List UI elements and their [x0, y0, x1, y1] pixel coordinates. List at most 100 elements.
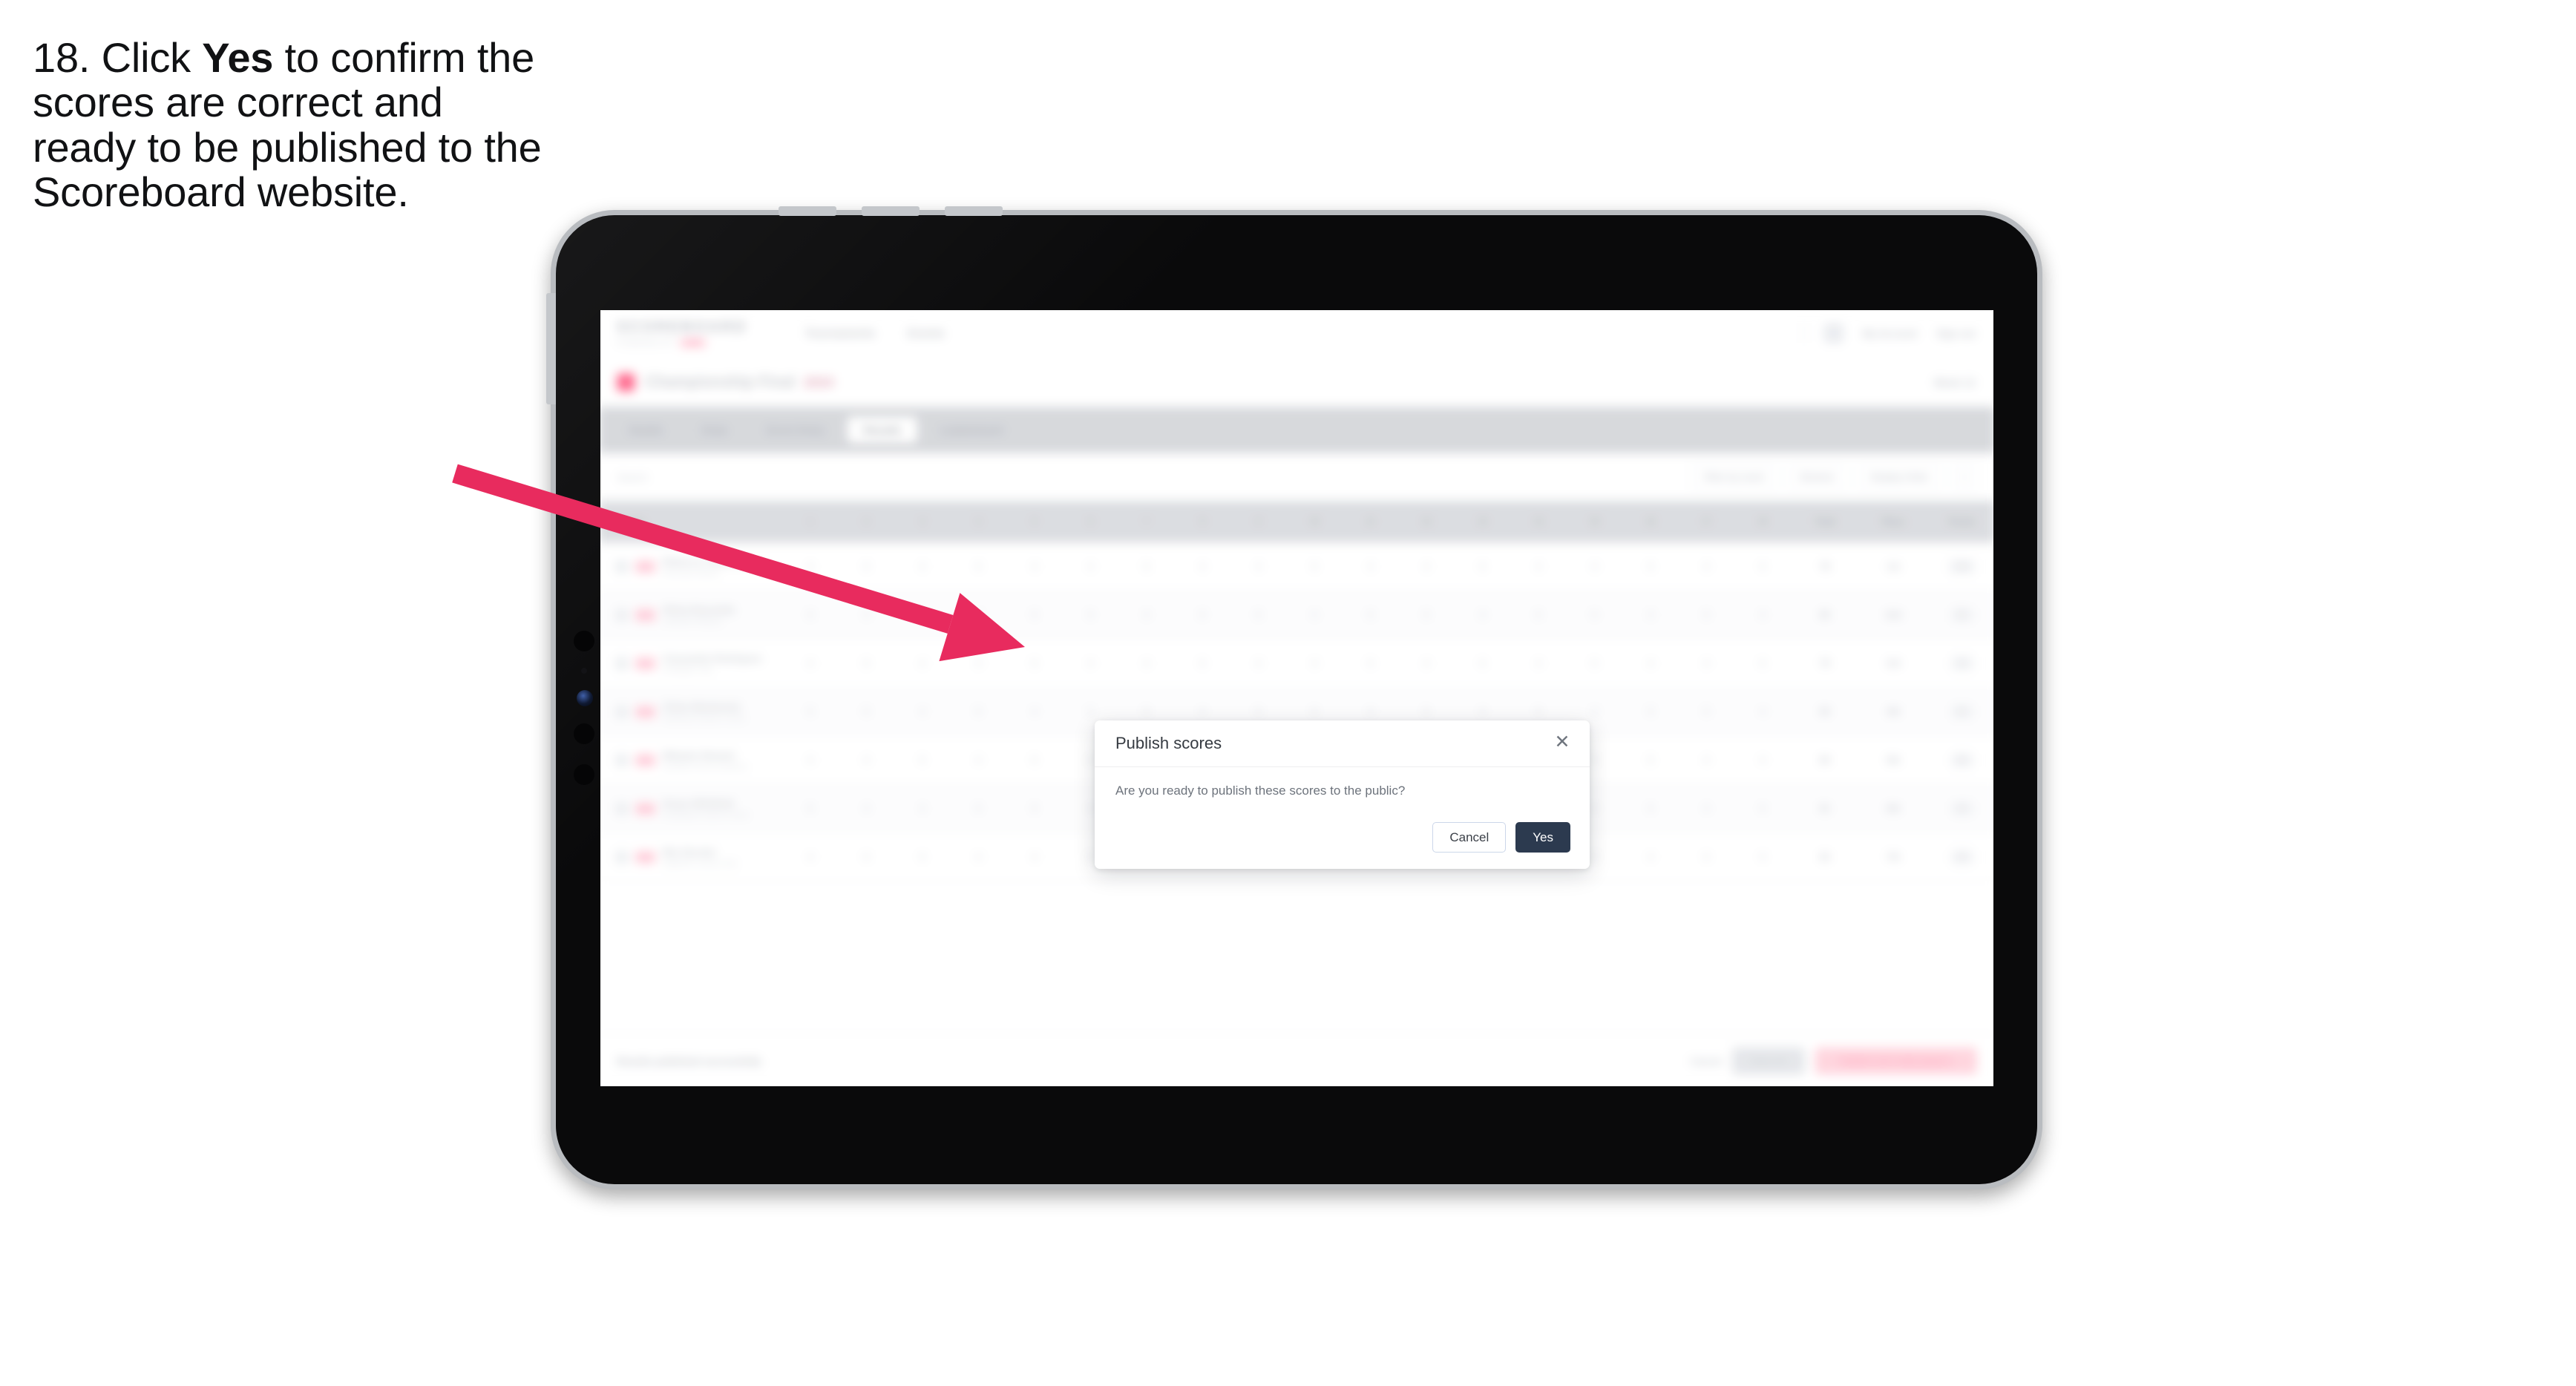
score-cell[interactable]: 4 [839, 610, 894, 620]
score-cell[interactable]: 5 [1679, 610, 1734, 620]
score-cell[interactable]: 5 [782, 610, 838, 620]
score-cell[interactable]: 4 [839, 804, 894, 814]
nav-item-tournaments[interactable]: Tournaments [805, 327, 875, 340]
score-cell[interactable]: 5 [1175, 610, 1230, 620]
score-cell[interactable]: 5 [1398, 706, 1454, 717]
score-cell[interactable]: 5 [839, 852, 894, 862]
score-cell[interactable]: 4 [1063, 658, 1118, 669]
score-cell[interactable]: 4 [894, 658, 950, 669]
score-cell[interactable]: 5 [782, 804, 838, 814]
score-cell[interactable]: 4 [1455, 706, 1510, 717]
row-checkbox[interactable] [615, 657, 629, 670]
score-cell[interactable]: 5 [1734, 804, 1790, 814]
close-icon[interactable]: ✕ [1550, 729, 1575, 755]
score-cell[interactable]: 4 [782, 658, 838, 669]
score-cell[interactable]: 5 [1622, 755, 1678, 765]
score-cell[interactable]: 4 [1734, 706, 1790, 717]
score-cell[interactable]: 4 [839, 755, 894, 765]
score-cell[interactable]: 5 [1622, 561, 1678, 571]
table-row[interactable]: Rebecca Thomson Riverside Athletic 4 5 4 5 4 4 5… [600, 542, 1993, 591]
score-cell[interactable]: 4 [1006, 852, 1062, 862]
filter-event-select[interactable]: Filter by event [1691, 464, 1777, 490]
score-cell[interactable]: 4 [1679, 561, 1734, 571]
tab-details[interactable]: Details [612, 416, 679, 443]
row-checkbox[interactable] [615, 608, 629, 622]
tab-results[interactable]: Results [847, 416, 918, 444]
score-cell[interactable]: 4 [1398, 658, 1454, 669]
score-cell[interactable]: 5 [1734, 852, 1790, 862]
score-cell[interactable]: 5 [951, 804, 1006, 814]
footer-publish-button[interactable]: Publish and notify players [1815, 1047, 1977, 1075]
tab-draw[interactable]: Draw [686, 416, 744, 443]
score-cell[interactable]: 4 [1343, 706, 1398, 717]
sign-out-label[interactable]: Sign out [1936, 328, 1975, 339]
score-cell[interactable]: 5 [1679, 852, 1734, 862]
score-cell[interactable]: 5 [1063, 610, 1118, 620]
score-cell[interactable]: 4 [951, 610, 1006, 620]
score-cell[interactable]: 5 [1455, 658, 1510, 669]
score-cell[interactable]: 5 [1006, 610, 1062, 620]
score-cell[interactable]: 4 [1286, 658, 1342, 669]
score-cell[interactable]: 5 [782, 706, 838, 717]
score-cell[interactable]: 4 [1567, 706, 1622, 717]
score-cell[interactable]: 5 [1230, 706, 1286, 717]
score-cell[interactable]: 4 [894, 706, 950, 717]
score-cell[interactable]: 4 [1622, 610, 1678, 620]
score-cell[interactable]: 5 [1343, 610, 1398, 620]
score-cell[interactable]: 4 [1006, 561, 1062, 571]
footer-cancel-link[interactable]: Cancel [1690, 1055, 1722, 1066]
score-cell[interactable]: 5 [894, 755, 950, 765]
score-cell[interactable]: 4 [951, 755, 1006, 765]
score-cell[interactable]: 4 [1679, 658, 1734, 669]
score-cell[interactable]: 4 [1175, 706, 1230, 717]
score-cell[interactable]: 5 [1230, 610, 1286, 620]
score-cell[interactable]: 4 [1343, 561, 1398, 571]
score-cell[interactable]: 4 [1567, 561, 1622, 571]
score-cell[interactable]: 4 [1510, 658, 1566, 669]
score-cell[interactable]: 4 [894, 804, 950, 814]
score-cell[interactable]: 5 [1567, 610, 1622, 620]
user-account-label[interactable]: My Account [1863, 328, 1917, 339]
score-cell[interactable]: 5 [894, 610, 950, 620]
score-cell[interactable]: 5 [894, 852, 950, 862]
search-input[interactable]: Search [617, 471, 647, 482]
score-cell[interactable]: 4 [1510, 561, 1566, 571]
score-cell[interactable]: 5 [839, 706, 894, 717]
score-cell[interactable]: 5 [951, 706, 1006, 717]
tab-leaderboard[interactable]: Leaderboard [923, 416, 1019, 443]
score-cell[interactable]: 4 [1230, 561, 1286, 571]
tab-score-entry[interactable]: Score Entry [750, 416, 841, 443]
score-cell[interactable]: 5 [1679, 706, 1734, 717]
score-cell[interactable]: 5 [839, 561, 894, 571]
side-button-icon[interactable] [546, 293, 556, 404]
score-cell[interactable]: 5 [839, 658, 894, 669]
score-cell[interactable]: 4 [894, 561, 950, 571]
row-checkbox[interactable] [615, 850, 629, 864]
footer-save-button[interactable]: Save all [1732, 1047, 1805, 1075]
filter-division-select[interactable]: Division [1787, 464, 1848, 490]
avatar-icon[interactable] [1823, 323, 1843, 344]
score-cell[interactable]: 5 [951, 561, 1006, 571]
score-cell[interactable]: 5 [1286, 561, 1342, 571]
filter-order-select[interactable]: Display Order [1858, 464, 1942, 490]
score-cell[interactable]: 5 [1398, 610, 1454, 620]
score-cell[interactable]: 4 [1006, 706, 1062, 717]
score-cell[interactable]: 5 [1175, 658, 1230, 669]
score-cell[interactable]: 5 [1455, 561, 1510, 571]
score-cell[interactable]: 5 [1510, 610, 1566, 620]
score-cell[interactable]: 4 [1679, 755, 1734, 765]
score-cell[interactable]: 4 [1118, 610, 1174, 620]
score-cell[interactable]: 5 [1006, 755, 1062, 765]
table-row[interactable]: Cassandra Rodriguez Northgate Club 4 5 4 4 5 4 4… [600, 639, 1993, 688]
score-cell[interactable]: 5 [1734, 561, 1790, 571]
score-cell[interactable]: 4 [782, 852, 838, 862]
score-cell[interactable]: 5 [1343, 658, 1398, 669]
row-checkbox[interactable] [615, 559, 629, 573]
volume-button-icon[interactable] [779, 206, 836, 216]
yes-button[interactable]: Yes [1515, 822, 1570, 853]
score-cell[interactable]: 4 [1679, 804, 1734, 814]
score-cell[interactable]: 5 [1006, 658, 1062, 669]
row-checkbox[interactable] [615, 753, 629, 766]
score-cell[interactable]: 4 [1230, 658, 1286, 669]
score-cell[interactable]: 5 [1622, 706, 1678, 717]
